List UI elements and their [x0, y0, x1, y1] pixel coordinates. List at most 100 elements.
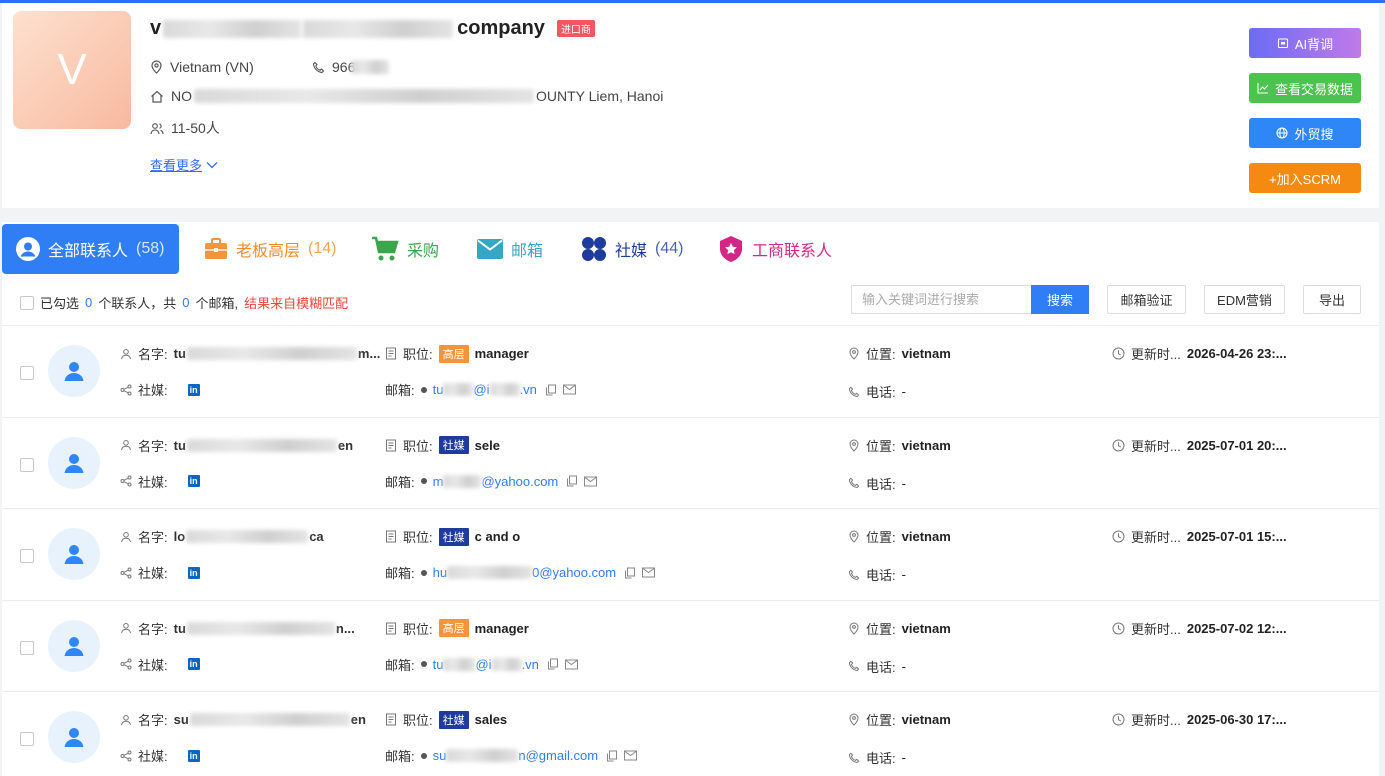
contact-email-field: 邮箱: su n@gmail.com: [385, 746, 638, 765]
mail-icon[interactable]: [562, 384, 576, 395]
updated-label: 更新时...: [1131, 530, 1181, 545]
position-tag: 高层: [438, 344, 469, 363]
keyword-search-input[interactable]: 输入关键词进行搜索: [851, 285, 1031, 314]
contact-row[interactable]: 名字: tu n... 社媒: in 职位: 高层 manager 邮箱: tu @…: [2, 599, 1379, 691]
row-checkbox[interactable]: [20, 457, 34, 472]
linkedin-icon[interactable]: in: [187, 566, 200, 579]
email-start: su: [432, 748, 447, 763]
position-tag: 社媒: [438, 436, 469, 454]
contact-phone-field: 电话: -: [848, 382, 906, 401]
avatar: [48, 436, 100, 489]
user-icon: [64, 636, 84, 656]
job-title: c and o: [474, 529, 521, 544]
contact-row[interactable]: 名字: su en 社媒: in 职位: 社媒 sales 邮箱: su n@gma…: [2, 691, 1379, 776]
shopping-cart-icon: [372, 236, 399, 261]
tab-business-registry-contacts[interactable]: 工商联系人: [718, 224, 832, 274]
email-start: hu: [432, 565, 448, 580]
social-label: 社媒:: [138, 383, 168, 398]
phone-row: 966: [312, 59, 390, 75]
location-label: 位置:: [866, 713, 896, 728]
mail-icon[interactable]: [564, 659, 578, 670]
email-label: 邮箱:: [385, 749, 415, 764]
selection-summary: 已勾选 0 个联系人，共 0 个邮箱, 结果来自模糊匹配: [20, 293, 348, 312]
contact-social-field: 社媒: in: [120, 563, 200, 582]
globe-icon: [1276, 127, 1289, 139]
address-start: NO: [171, 88, 192, 104]
linkedin-icon[interactable]: in: [187, 383, 200, 396]
see-more-label: 查看更多: [150, 158, 203, 173]
foreign-trade-search-button[interactable]: 外贸搜: [1249, 118, 1361, 148]
email-address[interactable]: tu @i .vn: [433, 382, 537, 397]
updated-value: 2026-04-26 23:...: [1186, 346, 1287, 361]
location-pin-icon: [151, 60, 162, 74]
location-value: vietnam: [901, 346, 951, 361]
copy-icon[interactable]: [566, 475, 578, 487]
contact-row[interactable]: 名字: lo ca 社媒: in 职位: 社媒 c and o 邮箱: hu 0@y…: [2, 508, 1379, 599]
email-status-dot: [420, 569, 427, 576]
copy-icon[interactable]: [547, 658, 559, 670]
tab-purchasing[interactable]: 采购: [371, 224, 439, 274]
mail-icon[interactable]: [642, 567, 656, 578]
select-all-checkbox[interactable]: [20, 295, 34, 310]
email-address[interactable]: hu 0@yahoo.com: [433, 565, 617, 580]
location-value: vietnam: [901, 437, 951, 453]
location-pin-icon: [849, 621, 859, 635]
add-to-scrm-button[interactable]: +加入SCRM: [1249, 163, 1361, 193]
name-label: 名字:: [138, 438, 168, 454]
id-card-icon: [386, 530, 396, 543]
see-more-link[interactable]: 查看更多: [150, 155, 218, 174]
contact-row[interactable]: 名字: tu en 社媒: in 职位: 社媒 sele 邮箱: m @yahoo.…: [2, 416, 1379, 508]
email-address[interactable]: tu @i .vn: [433, 657, 539, 672]
contact-row[interactable]: 名字: tu m... 社媒: in 职位: 高层 manager 邮箱: tu @…: [2, 325, 1379, 416]
linkedin-icon[interactable]: in: [187, 749, 200, 762]
row-checkbox[interactable]: [20, 366, 34, 380]
search-button[interactable]: 搜索: [1031, 285, 1089, 314]
email-status-dot: [420, 752, 427, 759]
contact-email-field: 邮箱: tu @i .vn: [385, 655, 578, 674]
email-address[interactable]: m @yahoo.com: [433, 474, 559, 489]
name-start: tu: [173, 620, 186, 636]
row-checkbox[interactable]: [20, 732, 34, 746]
name-start: tu: [173, 437, 186, 453]
linkedin-icon[interactable]: in: [187, 658, 200, 670]
redacted-text: [186, 438, 337, 452]
position-tag: 社媒: [438, 710, 469, 729]
contact-email-field: 邮箱: hu 0@yahoo.com: [385, 563, 656, 582]
copy-icon[interactable]: [624, 567, 636, 579]
tab-email[interactable]: 邮箱: [477, 224, 543, 274]
tab-social-media[interactable]: 社媒 (44): [581, 224, 683, 274]
email-verify-button[interactable]: 邮箱验证: [1107, 285, 1186, 314]
mail-icon[interactable]: [584, 476, 598, 487]
tab-executives[interactable]: 老板高层 (14): [204, 224, 336, 274]
linkedin-icon[interactable]: in: [187, 475, 200, 487]
mail-icon[interactable]: [624, 750, 638, 761]
tab-all-contacts[interactable]: 全部联系人 (58): [2, 224, 179, 274]
contact-email-field: 邮箱: tu @i .vn: [385, 380, 576, 399]
ai-background-check-button[interactable]: AI背调: [1249, 28, 1361, 58]
email-suffix: 个邮箱,: [195, 296, 239, 311]
email-status-dot: [420, 478, 427, 484]
contact-updated-field: 更新时... 2025-07-01 15:...: [1112, 527, 1287, 546]
position-label: 职位:: [403, 347, 433, 362]
position-label: 职位:: [403, 438, 433, 454]
export-button[interactable]: 导出: [1303, 285, 1361, 314]
contact-phone-field: 电话: -: [848, 565, 906, 584]
edm-marketing-button[interactable]: EDM营销: [1204, 285, 1285, 314]
phone-value: -: [901, 475, 906, 491]
location-pin-icon: [849, 530, 859, 543]
email-address[interactable]: su n@gmail.com: [433, 748, 598, 763]
location-value: vietnam: [901, 529, 951, 544]
phone-label: 电话:: [866, 659, 896, 675]
copy-icon[interactable]: [545, 384, 557, 396]
view-trade-data-button[interactable]: 查看交易数据: [1249, 73, 1361, 103]
email-status-dot: [420, 661, 427, 667]
contact-name: tu n...: [174, 621, 355, 636]
copy-icon[interactable]: [606, 750, 618, 762]
location-value: vietnam: [901, 620, 951, 636]
contact-name: tu m...: [174, 346, 381, 361]
clock-icon: [1112, 622, 1125, 634]
row-checkbox[interactable]: [20, 549, 34, 563]
phone-label: 电话:: [866, 568, 896, 583]
row-checkbox[interactable]: [20, 640, 34, 655]
updated-label: 更新时...: [1131, 347, 1181, 362]
